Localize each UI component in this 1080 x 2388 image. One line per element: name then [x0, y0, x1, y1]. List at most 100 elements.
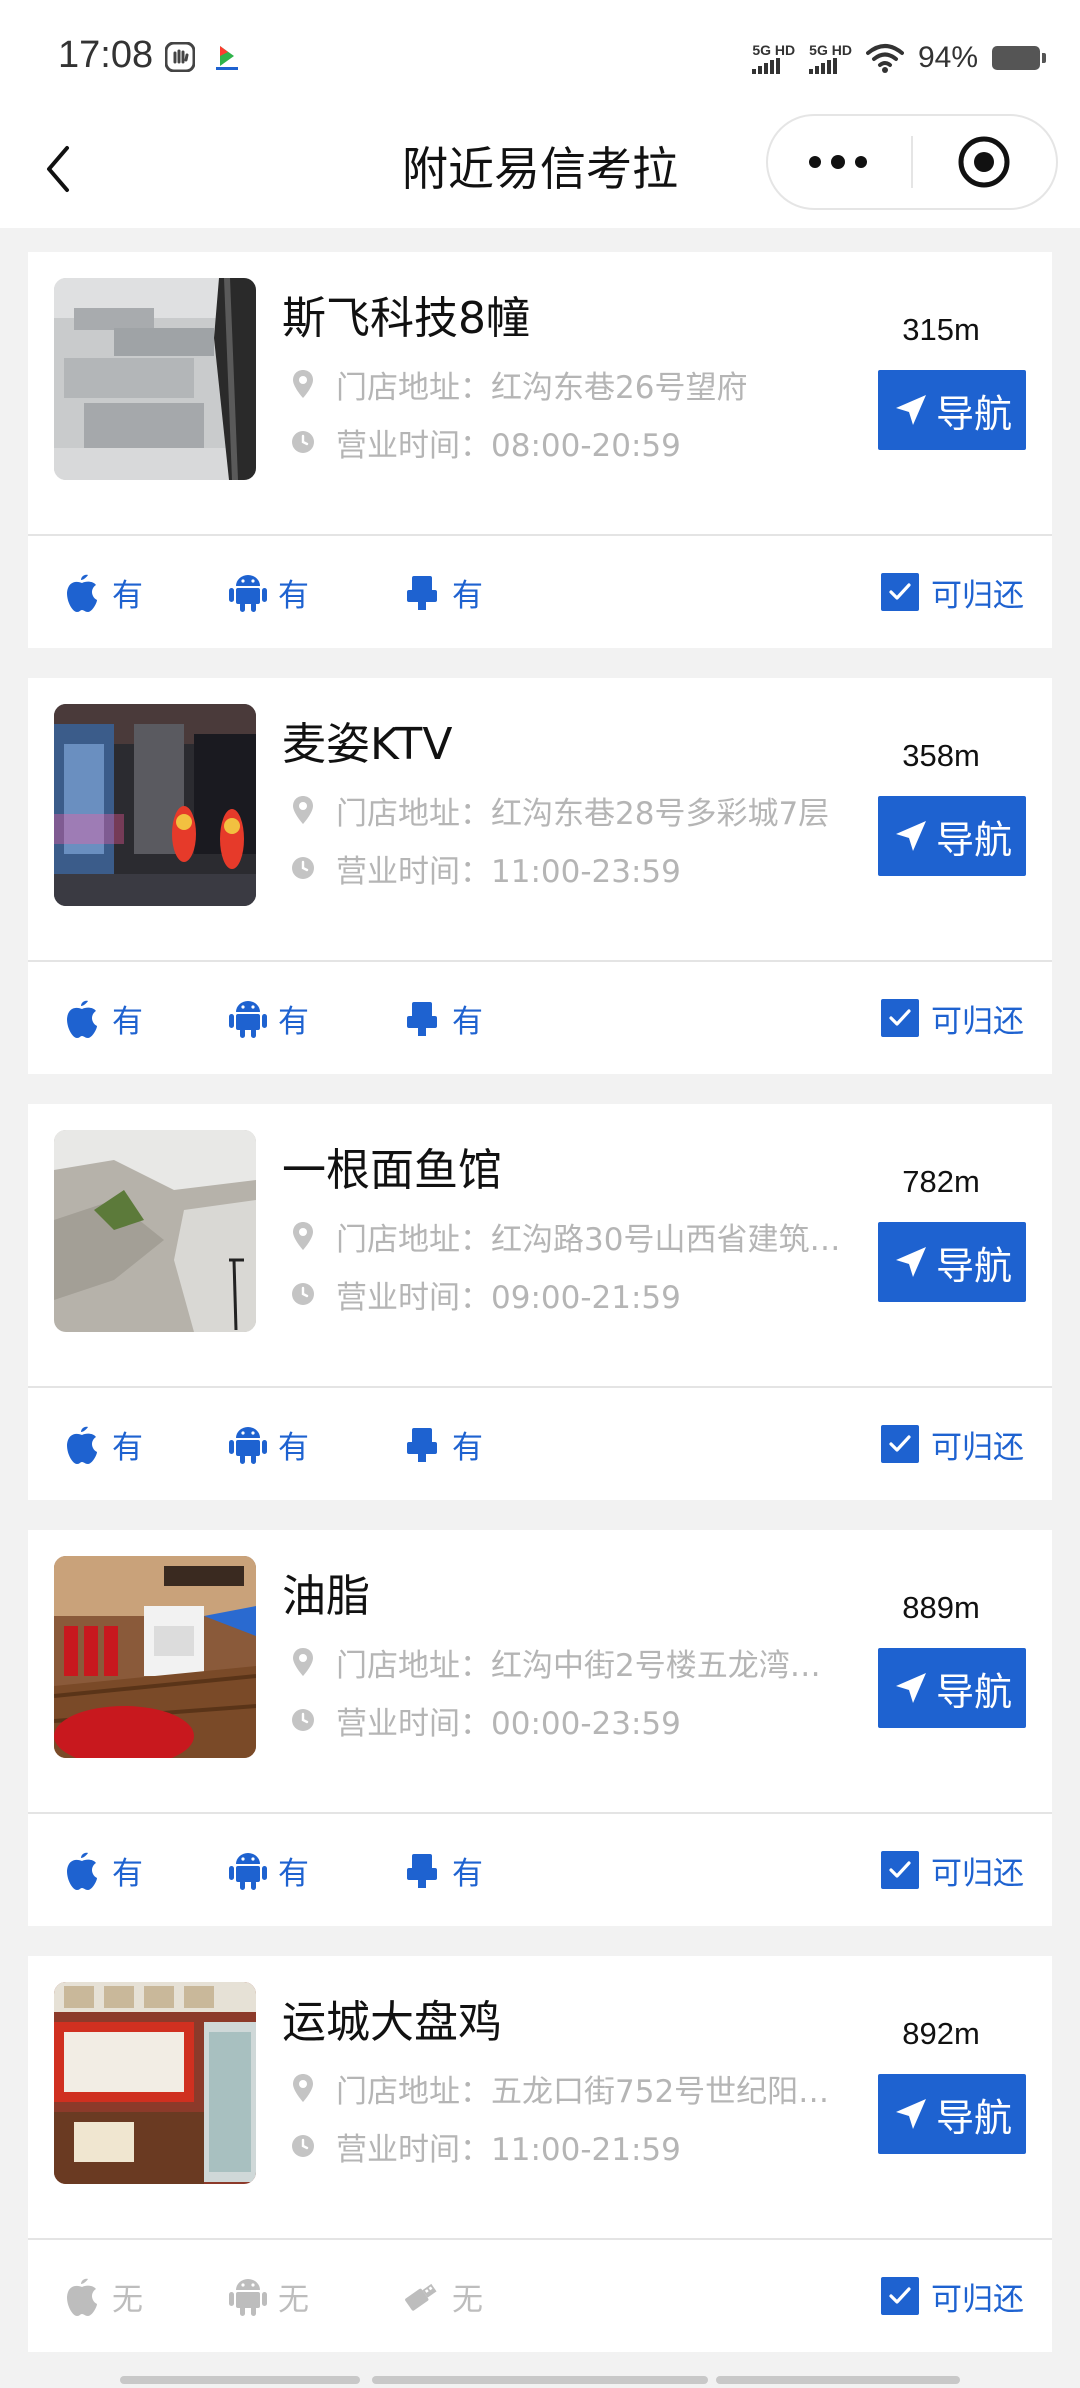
- feature-apple-label: 有: [112, 1855, 143, 1892]
- store-name: 斯飞科技8幢: [282, 293, 530, 344]
- store-address-text: 门店地址：五龙口街752号世纪阳…: [336, 2073, 830, 2109]
- store-card[interactable]: 一根面鱼馆 门店地址：红沟路30号山西省建筑… 营业时间：09:00-21:59…: [28, 1104, 1052, 1500]
- store-thumbnail: [54, 1982, 256, 2184]
- usb-cable-icon: [402, 570, 442, 614]
- feature-android: 无: [228, 2266, 309, 2326]
- more-button[interactable]: [768, 116, 908, 208]
- navigate-button[interactable]: 导航: [878, 1648, 1026, 1728]
- navigate-button[interactable]: 导航: [878, 2074, 1026, 2154]
- status-time: 17:08: [58, 34, 154, 76]
- check-icon: [881, 1851, 919, 1889]
- feature-usb: 有: [402, 1840, 483, 1900]
- battery-percent: 94%: [917, 41, 978, 74]
- feature-apple: 有: [62, 562, 143, 622]
- feature-apple-label: 有: [112, 577, 143, 614]
- scroll-indicator: [716, 2376, 960, 2384]
- navigation-arrow-icon: [895, 2099, 926, 2129]
- more-dots-icon: [831, 155, 845, 169]
- store-distance: 358m: [902, 738, 980, 773]
- store-card[interactable]: 麦姿KTV 门店地址：红沟东巷28号多彩城7层 营业时间：11:00-23:59…: [28, 678, 1052, 1074]
- feature-usb: 有: [402, 988, 483, 1048]
- navigate-button-label: 导航: [935, 817, 1012, 862]
- store-address: 门店地址：红沟东巷28号多彩城7层: [290, 790, 910, 830]
- store-address: 门店地址：五龙口街752号世纪阳…: [290, 2068, 910, 2108]
- store-thumbnail: [54, 704, 256, 906]
- feature-usb-label: 有: [452, 1429, 483, 1466]
- store-photo-room: [54, 1556, 256, 1758]
- feature-android-label: 有: [278, 577, 309, 614]
- feature-usb: 有: [402, 562, 483, 622]
- location-pin-icon: [290, 367, 316, 401]
- store-card[interactable]: 运城大盘鸡 门店地址：五龙口街752号世纪阳… 营业时间：11:00-21:59…: [28, 1956, 1052, 2352]
- check-icon: [881, 573, 919, 611]
- location-pin-icon: [290, 1645, 316, 1679]
- scroll-indicator: [372, 2376, 708, 2384]
- status-indicators: 5G HD 5G HD 94%: [752, 36, 1046, 80]
- store-address-text: 门店地址：红沟东巷28号多彩城7层: [336, 795, 830, 831]
- wifi-icon: [865, 44, 904, 73]
- store-hours: 营业时间：09:00-21:59: [290, 1274, 910, 1314]
- feature-android: 有: [228, 1414, 309, 1474]
- returnable-indicator: 可归还: [881, 2266, 1024, 2326]
- store-card-main[interactable]: 麦姿KTV 门店地址：红沟东巷28号多彩城7层 营业时间：11:00-23:59…: [28, 678, 1052, 960]
- capsule-divider: [911, 136, 913, 188]
- close-button[interactable]: [914, 116, 1054, 208]
- feature-android: 有: [228, 988, 309, 1048]
- location-pin-icon: [290, 793, 316, 827]
- store-address-text: 门店地址：红沟东巷26号望府: [336, 369, 748, 405]
- gesture-icon: [165, 42, 195, 72]
- returnable-indicator: 可归还: [881, 1414, 1024, 1474]
- feature-apple-label: 有: [112, 1003, 143, 1040]
- store-address: 门店地址：红沟东巷26号望府: [290, 364, 910, 404]
- feature-usb-label: 有: [452, 577, 483, 614]
- signal-bars-icon: [752, 58, 781, 74]
- navigate-button[interactable]: 导航: [878, 796, 1026, 876]
- signal-1-label: 5G HD: [752, 42, 796, 58]
- navigate-button[interactable]: 导航: [878, 1222, 1026, 1302]
- store-hours: 营业时间：00:00-23:59: [290, 1700, 910, 1740]
- store-card-main[interactable]: 油脂 门店地址：红沟中街2号楼五龙湾… 营业时间：00:00-23:59 889…: [28, 1530, 1052, 1812]
- android-icon: [228, 996, 268, 1040]
- store-hours: 营业时间：11:00-23:59: [290, 848, 910, 888]
- navigate-button-label: 导航: [935, 2095, 1012, 2140]
- returnable-indicator: 可归还: [881, 1840, 1024, 1900]
- android-icon: [228, 2274, 268, 2318]
- store-card-main[interactable]: 一根面鱼馆 门店地址：红沟路30号山西省建筑… 营业时间：09:00-21:59…: [28, 1104, 1052, 1386]
- navigate-button-label: 导航: [935, 1669, 1012, 1714]
- store-card[interactable]: 油脂 门店地址：红沟中街2号楼五龙湾… 营业时间：00:00-23:59 889…: [28, 1530, 1052, 1926]
- store-card-main[interactable]: 运城大盘鸡 门店地址：五龙口街752号世纪阳… 营业时间：11:00-21:59…: [28, 1956, 1052, 2238]
- signal-bars-icon: [809, 58, 838, 74]
- more-dots-icon: [809, 156, 821, 168]
- store-name: 油脂: [282, 1571, 370, 1622]
- check-icon: [881, 999, 919, 1037]
- navigation-arrow-icon: [895, 1247, 926, 1277]
- store-card[interactable]: 斯飞科技8幢 门店地址：红沟东巷26号望府 营业时间：08:00-20:59 3…: [28, 252, 1052, 648]
- clock-icon: [290, 1703, 316, 1737]
- feature-apple-label: 有: [112, 1429, 143, 1466]
- feature-android: 有: [228, 1840, 309, 1900]
- signal-1: 5G HD: [752, 42, 795, 74]
- store-name: 运城大盘鸡: [282, 1997, 502, 2048]
- back-button[interactable]: [38, 134, 78, 204]
- clock-icon: [290, 425, 316, 459]
- check-icon: [881, 1425, 919, 1463]
- navigate-button[interactable]: 导航: [878, 370, 1026, 450]
- returnable-label: 可归还: [931, 1855, 1024, 1892]
- store-name: 一根面鱼馆: [282, 1145, 502, 1196]
- store-hours-text: 营业时间：08:00-20:59: [336, 427, 681, 463]
- more-dots-icon: [855, 156, 867, 168]
- store-card-main[interactable]: 斯飞科技8幢 门店地址：红沟东巷26号望府 营业时间：08:00-20:59 3…: [28, 252, 1052, 534]
- store-address-text: 门店地址：红沟路30号山西省建筑…: [336, 1221, 841, 1257]
- store-hours-text: 营业时间：00:00-23:59: [336, 1705, 681, 1741]
- app-notification-icon: [216, 46, 238, 70]
- location-pin-icon: [290, 2071, 316, 2105]
- usb-cable-icon: [402, 1848, 442, 1892]
- feature-android-label: 有: [278, 1855, 309, 1892]
- returnable-label: 可归还: [931, 1003, 1024, 1040]
- store-thumbnail: [54, 278, 256, 480]
- target-close-icon: [958, 136, 1010, 188]
- signal-2-label: 5G HD: [809, 42, 852, 58]
- apple-icon: [62, 570, 102, 614]
- check-icon: [881, 2277, 919, 2315]
- feature-usb-label: 无: [452, 2281, 483, 2318]
